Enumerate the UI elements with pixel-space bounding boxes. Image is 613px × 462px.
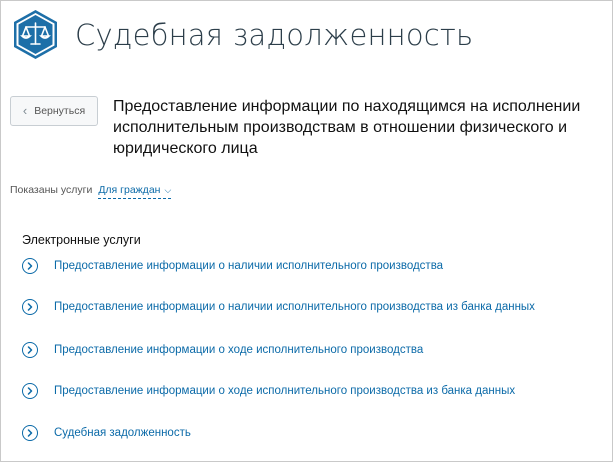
service-link-label: Судебная задолженность	[54, 427, 191, 439]
chevron-down-icon: ⌵	[164, 184, 172, 195]
scales-icon	[10, 9, 61, 60]
service-link-info-availability-databank[interactable]: Предоставление информации о наличии испо…	[22, 299, 535, 315]
app-title: Судебная задолженность	[75, 18, 474, 52]
service-filter: Показаны услуги Для граждан ⌵	[10, 184, 172, 199]
section-title: Электронные услуги	[22, 233, 141, 247]
arrow-right-circle-icon	[22, 425, 38, 441]
service-link-info-progress-databank[interactable]: Предоставление информации о ходе исполни…	[22, 383, 515, 399]
service-link-info-progress[interactable]: Предоставление информации о ходе исполни…	[22, 342, 423, 358]
chevron-left-icon: ‹	[22, 103, 28, 118]
arrow-right-circle-icon	[22, 258, 38, 274]
arrow-right-circle-icon	[22, 383, 38, 399]
service-link-label: Предоставление информации о наличии испо…	[54, 301, 535, 313]
service-link-label: Предоставление информации о наличии испо…	[54, 260, 444, 272]
arrow-right-circle-icon	[22, 299, 38, 315]
page-title: Предоставление информации по находящимся…	[113, 98, 581, 157]
arrow-right-circle-icon	[22, 342, 38, 358]
service-link-label: Предоставление информации о ходе исполни…	[54, 344, 424, 356]
service-link-court-debt[interactable]: Судебная задолженность	[22, 425, 191, 441]
filter-label: Показаны услуги	[10, 184, 93, 196]
service-link-info-availability[interactable]: Предоставление информации о наличии испо…	[22, 258, 443, 274]
service-link-label: Предоставление информации о ходе исполни…	[54, 385, 516, 397]
audience-dropdown-value: Для граждан	[98, 184, 161, 196]
back-button-label: Вернуться	[34, 105, 86, 117]
audience-dropdown[interactable]: Для граждан ⌵	[98, 184, 172, 199]
back-button[interactable]: ‹ Вернуться	[10, 96, 98, 126]
